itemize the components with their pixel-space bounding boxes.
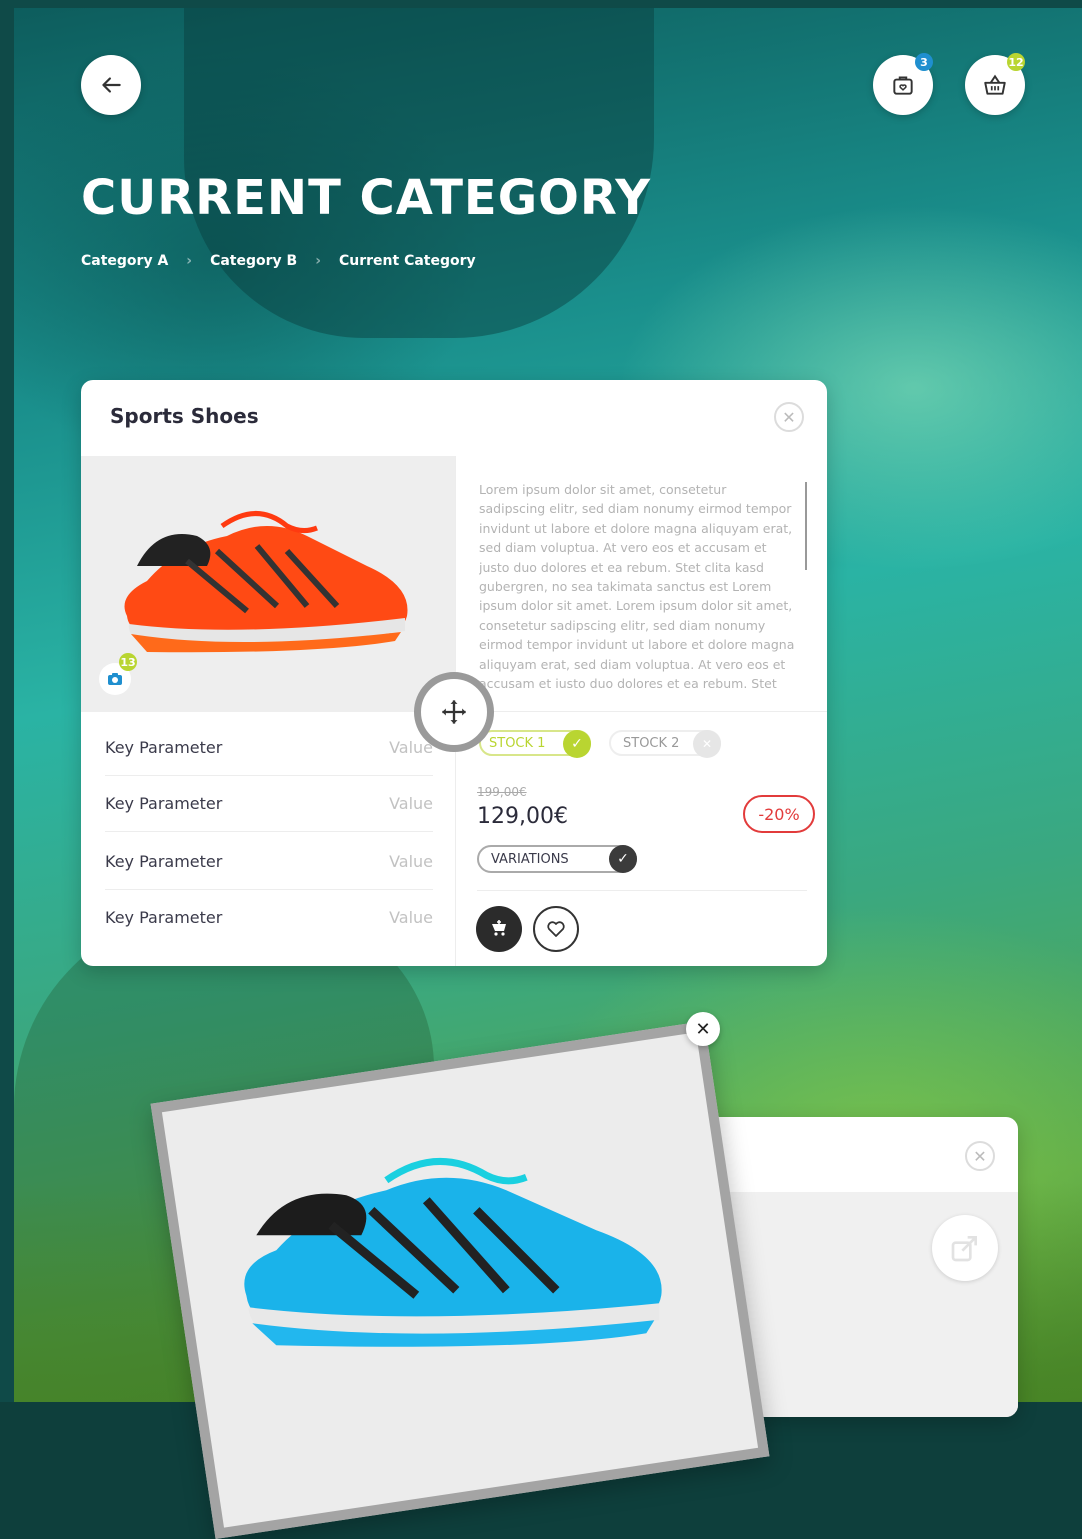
breadcrumb-item-current: Current Category: [338, 253, 476, 269]
key-parameter-label: Key Parameter: [105, 793, 223, 813]
breadcrumb-item-category-b[interactable]: Category B: [210, 253, 297, 269]
close-icon: ✕: [782, 407, 796, 427]
close-icon: ✕: [695, 1018, 711, 1040]
wishlist-bag-icon: [893, 76, 913, 95]
current-price: 129,00€: [477, 804, 568, 829]
dragged-image-card[interactable]: [150, 1021, 770, 1539]
breadcrumb: Category A › Category B › Current Catego…: [81, 253, 476, 269]
stock-1-chip[interactable]: STOCK 1 ✓: [479, 730, 591, 758]
key-parameter-row: Key Parameter Value: [105, 775, 433, 832]
section-divider: [455, 711, 827, 712]
heart-icon: [547, 921, 565, 937]
cart-add-icon: [492, 920, 506, 936]
cart-badge: 12: [1007, 53, 1025, 71]
actions-divider: [477, 890, 807, 891]
basket-icon: [984, 74, 1006, 95]
chevron-right-icon: ›: [186, 253, 193, 269]
stock-2-chip[interactable]: STOCK 2 ✕: [609, 730, 721, 758]
breadcrumb-item-category-a[interactable]: Category A: [81, 253, 168, 269]
close-button[interactable]: ✕: [686, 1012, 720, 1046]
cart-button[interactable]: 12: [965, 53, 1025, 115]
photo-count-badge: 13: [119, 653, 137, 671]
close-button[interactable]: ✕: [965, 1141, 995, 1171]
add-to-wishlist-button[interactable]: [533, 906, 579, 952]
check-icon: ✓: [609, 845, 637, 873]
close-icon: ✕: [973, 1146, 987, 1166]
discount-badge: -20%: [743, 795, 815, 833]
window-left-edge: [0, 0, 14, 1402]
product-image-blue-shoe: [244, 1157, 662, 1347]
product-title: Sports Shoes: [110, 404, 259, 428]
back-button[interactable]: [81, 55, 141, 115]
move-handle[interactable]: [414, 672, 494, 752]
wishlist-button[interactable]: 3: [873, 53, 933, 115]
close-button[interactable]: ✕: [774, 402, 804, 432]
window-top-edge: [0, 0, 1082, 8]
unavailable-icon: ✕: [693, 730, 721, 758]
key-parameter-label: Key Parameter: [105, 737, 223, 757]
key-parameter-value: Value: [389, 793, 433, 813]
share-button[interactable]: [932, 1215, 998, 1281]
share-icon: [951, 1236, 977, 1262]
key-parameter-label: Key Parameter: [105, 907, 223, 927]
key-parameter-row: Key Parameter Value: [105, 889, 433, 945]
description-scrollbar[interactable]: [805, 482, 807, 570]
wishlist-badge: 3: [915, 53, 933, 71]
key-parameter-value: Value: [389, 851, 433, 871]
product-image-pane[interactable]: 13: [81, 456, 455, 712]
camera-icon: [108, 673, 122, 685]
arrow-left-icon: [102, 77, 121, 93]
variations-label: VARIATIONS: [491, 851, 569, 867]
stock-2-label: STOCK 2: [623, 735, 680, 751]
variations-select[interactable]: VARIATIONS ✓: [477, 845, 637, 873]
key-parameter-row: Key Parameter Value: [105, 833, 433, 890]
chevron-right-icon: ›: [315, 253, 321, 269]
check-icon: ✓: [563, 730, 591, 758]
product-description: Lorem ipsum dolor sit amet, consetetur s…: [479, 482, 795, 688]
product-image-orange-shoe: [124, 511, 408, 653]
key-parameter-label: Key Parameter: [105, 851, 223, 871]
add-to-cart-button[interactable]: [476, 906, 522, 952]
key-parameter-row: Key Parameter Value: [105, 719, 433, 776]
photo-gallery-button[interactable]: 13: [99, 653, 137, 695]
page-title: CURRENT CATEGORY: [81, 170, 652, 226]
move-icon: [442, 700, 466, 724]
stock-1-label: STOCK 1: [489, 735, 546, 751]
old-price: 199,00€: [477, 785, 527, 799]
key-parameter-value: Value: [389, 907, 433, 927]
